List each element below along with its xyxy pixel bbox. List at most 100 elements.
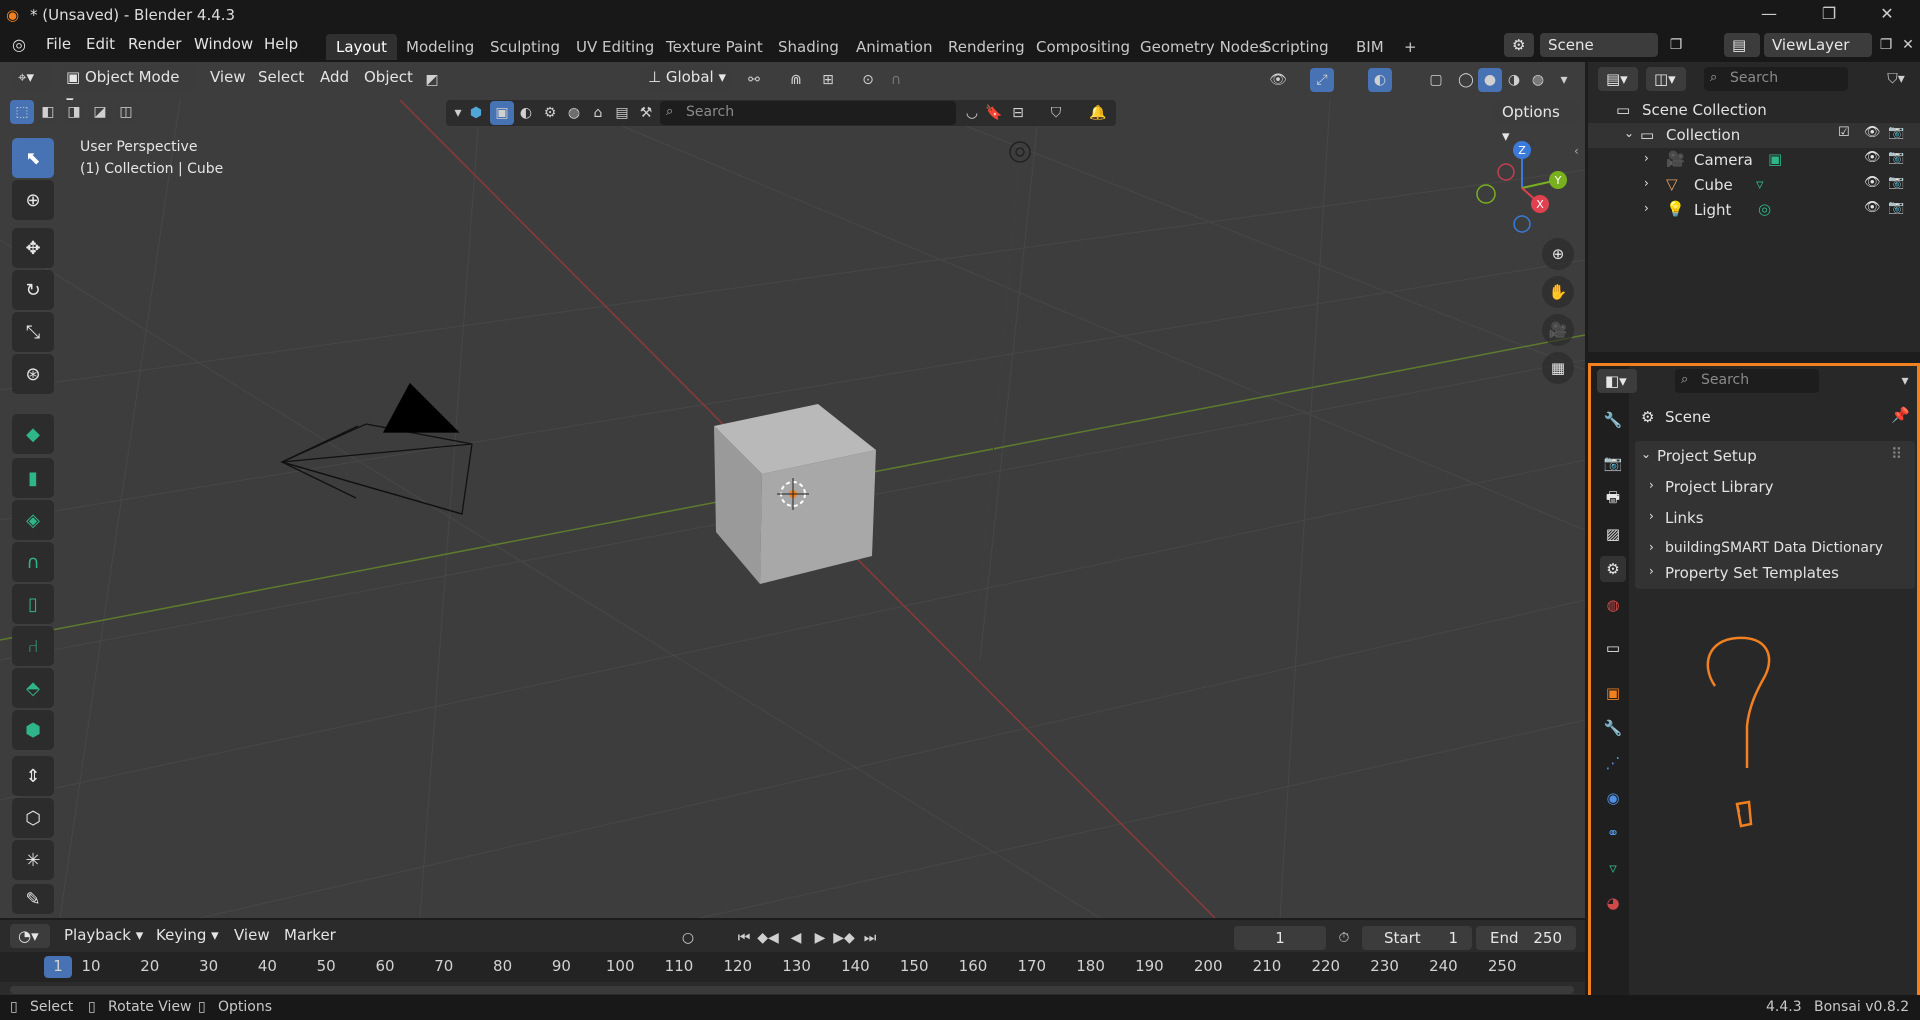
gizmo-toggle-icon[interactable]: ⤢	[1310, 68, 1334, 92]
start-frame-field[interactable]: Start 1	[1362, 926, 1472, 950]
properties-editor-type-icon[interactable]: ◧▾	[1597, 369, 1637, 393]
bim-geometry-icon[interactable]: ⚙	[538, 101, 562, 125]
select-new-icon[interactable]: ⬚	[10, 100, 34, 124]
snap-target-icon[interactable]: ⊞	[816, 68, 840, 92]
notification-bell-icon[interactable]: 🔔	[1086, 101, 1110, 125]
collection-tab-icon[interactable]: ▭	[1600, 635, 1626, 661]
jump-start-icon[interactable]: ⏮	[732, 926, 756, 950]
modifier-tab-icon[interactable]: 🔧	[1600, 715, 1626, 741]
menu-window[interactable]: Window	[188, 35, 259, 53]
minimize-button[interactable]: —	[1746, 0, 1792, 30]
falloff-icon[interactable]: ∩	[884, 68, 908, 92]
tab-compositing[interactable]: Compositing	[1026, 34, 1140, 60]
mesh-tool-icon[interactable]: ✳	[12, 840, 54, 880]
render-camera-icon[interactable]: 📷	[1888, 150, 1904, 165]
close-button[interactable]: ✕	[1864, 0, 1910, 30]
subpanel-project-library[interactable]: › Project Library	[1649, 472, 1915, 503]
door-tool-icon[interactable]: ∩	[12, 542, 54, 582]
select-subtract-icon[interactable]: ◨	[62, 100, 86, 124]
material-tab-icon[interactable]: ◕	[1600, 890, 1626, 916]
subpanel-property-set-templates[interactable]: › Property Set Templates	[1649, 558, 1915, 589]
expand-chevron-icon[interactable]: ›	[1644, 201, 1649, 215]
menu-render[interactable]: Render	[122, 35, 187, 53]
camera-object[interactable]	[280, 382, 473, 515]
menu-file[interactable]: File	[40, 35, 77, 53]
furniture-tool-icon[interactable]: ⑁	[12, 626, 54, 666]
zoom-icon[interactable]: ⊕	[1542, 238, 1574, 270]
exclude-checkbox-icon[interactable]: ☑	[1838, 125, 1850, 140]
render-camera-icon[interactable]: 📷	[1888, 175, 1904, 190]
cursor-tool-icon[interactable]: ⊕	[12, 180, 54, 220]
stopwatch-icon[interactable]: ⏱	[1332, 926, 1356, 950]
measure-tool-icon[interactable]: ⇕	[12, 756, 54, 796]
wall-tool-icon[interactable]: ▮	[12, 458, 54, 498]
end-frame-field[interactable]: End 250	[1476, 926, 1576, 950]
transform-tool-icon[interactable]: ⊛	[12, 354, 54, 394]
new-view-layer-icon[interactable]: ❐	[1874, 33, 1898, 57]
bim-tool-icon[interactable]: ◩	[420, 68, 444, 92]
collection-row[interactable]: ⌄ ▭ Collection ☑ 👁 📷	[1588, 123, 1920, 148]
navigation-gizmo[interactable]: Z Y X	[1470, 138, 1580, 248]
visibility-icon[interactable]: 👁	[1266, 68, 1290, 92]
mode-dropdown[interactable]: ▣ Object Mode ▾	[58, 65, 194, 110]
select-extend-icon[interactable]: ◧	[36, 100, 60, 124]
data-tab-icon[interactable]: ▿	[1600, 855, 1626, 881]
timeline-editor-type-icon[interactable]: ◔▾	[10, 924, 50, 948]
timeline-scrollbar[interactable]	[10, 986, 1574, 994]
bim-services-icon[interactable]: ⚒	[634, 101, 658, 125]
outliner-filter-icon[interactable]: ⛉▾	[1884, 67, 1908, 91]
display-mode-icon[interactable]: ◫▾	[1646, 67, 1686, 91]
menu-help[interactable]: Help	[258, 35, 304, 53]
tab-uv-editing[interactable]: UV Editing	[566, 34, 664, 60]
drag-handle-icon[interactable]: ⠿	[1891, 445, 1902, 463]
scale-tool-icon[interactable]: ⤡	[12, 312, 54, 352]
tool-tab-icon[interactable]: 🔧	[1600, 407, 1626, 433]
blender-menu-icon[interactable]: ◎	[12, 35, 26, 54]
column-tool-icon[interactable]: ▯	[12, 584, 54, 624]
properties-search-input[interactable]: ⌕ Search	[1675, 369, 1819, 393]
editor-type-icon[interactable]: ⌖▾	[10, 65, 50, 89]
visibility-eye-icon[interactable]: 👁	[1864, 150, 1881, 165]
bookmark-icon[interactable]: 🔖	[982, 101, 1006, 125]
options-dropdown[interactable]: Options ▾	[1494, 100, 1578, 145]
bim-material-icon[interactable]: ◐	[514, 101, 538, 125]
scene-tab-icon[interactable]: ⚙	[1600, 556, 1626, 582]
box-tool-icon[interactable]: ⬢	[12, 710, 54, 750]
bim-object-icon[interactable]: ▣	[490, 101, 514, 125]
overlay-toggle-icon[interactable]: ◐	[1368, 68, 1392, 92]
ifc-logo-icon[interactable]: ⬢	[464, 101, 488, 125]
scene-name-field[interactable]: Scene	[1540, 33, 1658, 57]
rotate-tool-icon[interactable]: ↻	[12, 270, 54, 310]
menu-playback[interactable]: Playback ▾	[58, 926, 149, 944]
jump-end-icon[interactable]: ⏭	[858, 926, 882, 950]
proportional-edit-icon[interactable]: ⊙	[856, 68, 880, 92]
tab-animation[interactable]: Animation	[846, 34, 942, 60]
visibility-eye-icon[interactable]: 👁	[1864, 125, 1881, 140]
particles-tab-icon[interactable]: ⋰	[1600, 750, 1626, 776]
view-layer-selector-icon[interactable]: ▤	[1724, 33, 1760, 57]
render-tab-icon[interactable]: 📷	[1600, 450, 1626, 476]
pin-icon[interactable]: 📌	[1891, 406, 1910, 424]
view-layer-tab-icon[interactable]: ▨	[1600, 521, 1626, 547]
expand-chevron-icon[interactable]: ›	[1644, 151, 1649, 165]
menu-add[interactable]: Add	[314, 68, 355, 86]
select-intersect-icon[interactable]: ◫	[114, 100, 138, 124]
expand-chevron-icon[interactable]: ›	[1644, 176, 1649, 190]
material-shading-icon[interactable]: ◑	[1502, 68, 1526, 92]
tab-layout[interactable]: Layout	[326, 34, 397, 60]
wireframe-shading-icon[interactable]: ◯	[1454, 68, 1478, 92]
world-tab-icon[interactable]: ◍	[1600, 592, 1626, 618]
output-tab-icon[interactable]: 🖶	[1600, 486, 1626, 512]
tab-shading[interactable]: Shading	[768, 34, 849, 60]
opening-tool-icon[interactable]: ⬘	[12, 668, 54, 708]
select-box-tool-icon[interactable]: ⬉	[12, 138, 54, 178]
play-icon[interactable]: ▶	[808, 926, 832, 950]
bim-drawing-icon[interactable]: ▤	[610, 101, 634, 125]
rendered-shading-icon[interactable]: ◍	[1526, 68, 1550, 92]
snap-icon[interactable]: ⋒	[784, 68, 808, 92]
solid-shading-icon[interactable]: ●	[1478, 68, 1502, 92]
annotate-tool-icon[interactable]: ✎	[12, 884, 54, 914]
outliner-item-camera[interactable]: › 🎥 Camera ▣ 👁 📷	[1588, 148, 1920, 173]
remove-view-layer-icon[interactable]: ✕	[1896, 33, 1920, 57]
filter-icon[interactable]: ⛉	[1044, 101, 1068, 125]
